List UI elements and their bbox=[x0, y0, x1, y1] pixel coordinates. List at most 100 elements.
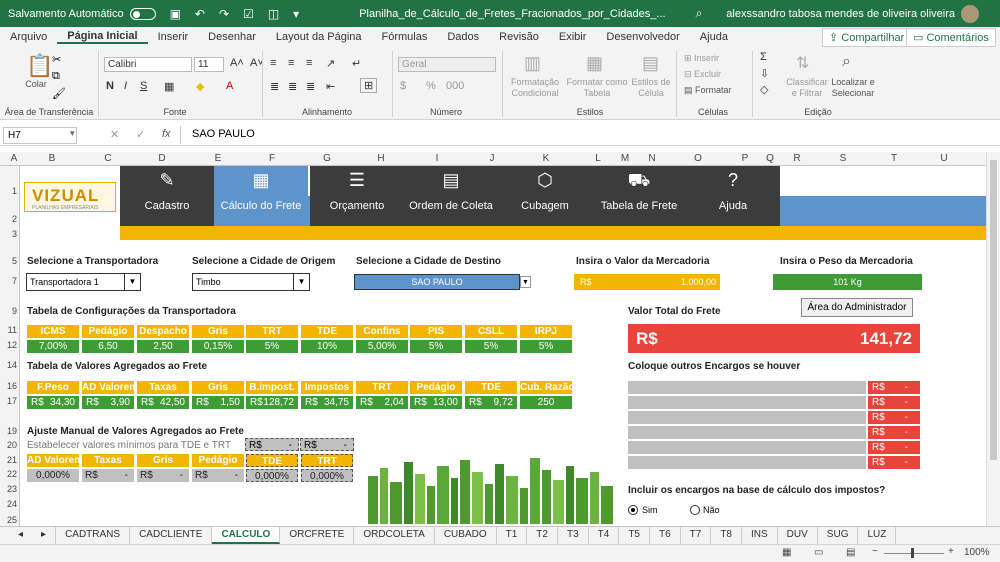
column-header-N[interactable]: N bbox=[644, 153, 660, 164]
row-header-19[interactable]: 19 bbox=[0, 426, 19, 436]
sheet-tab-t2[interactable]: T2 bbox=[527, 527, 558, 544]
agregados-value[interactable]: R$ 3,90 bbox=[82, 396, 134, 409]
borders-icon[interactable]: ▦ bbox=[164, 80, 174, 93]
valor-input[interactable]: R$ 1.000,00 bbox=[574, 274, 720, 290]
row-header-24[interactable]: 24 bbox=[0, 499, 19, 509]
sort-filter-button[interactable]: Classificar e Filtrar bbox=[784, 77, 830, 99]
find-select-icon[interactable]: ⌕ bbox=[842, 53, 851, 71]
tab-1[interactable]: Página Inicial bbox=[57, 30, 148, 44]
tab-0[interactable]: Arquivo bbox=[0, 31, 57, 43]
sheet-tab-cadtrans[interactable]: CADTRANS bbox=[56, 527, 131, 544]
align-bottom-icon[interactable]: ≡ bbox=[306, 57, 312, 69]
config-value[interactable]: 10% bbox=[301, 340, 353, 353]
config-value[interactable]: 2,50 bbox=[137, 340, 189, 353]
nav-0[interactable]: ✎ Cadastro bbox=[120, 166, 214, 226]
chevron-down-icon[interactable]: ▼ bbox=[520, 276, 531, 288]
column-header-M[interactable]: M bbox=[617, 153, 633, 164]
agregados-value[interactable]: R$ 128,72 bbox=[246, 396, 298, 409]
manual-value[interactable]: R$ - bbox=[192, 469, 244, 482]
cut-icon[interactable]: ✂ bbox=[52, 53, 61, 66]
column-header-K[interactable]: K bbox=[538, 153, 554, 164]
format-table-button[interactable]: Formatar como Tabela bbox=[566, 77, 628, 99]
sheet-tab-ins[interactable]: INS bbox=[742, 527, 778, 544]
agregados-value[interactable]: R$ 2,04 bbox=[356, 396, 408, 409]
find-select-button[interactable]: Localizar e Selecionar bbox=[826, 77, 880, 99]
sheet-tab-sug[interactable]: SUG bbox=[818, 527, 859, 544]
redo-icon[interactable]: ↷ bbox=[219, 7, 229, 21]
column-header-J[interactable]: J bbox=[484, 153, 500, 164]
avatar[interactable] bbox=[960, 4, 979, 23]
page-layout-icon[interactable]: ▭ bbox=[814, 547, 823, 558]
row-header-11[interactable]: 11 bbox=[0, 325, 19, 335]
config-value[interactable]: 5% bbox=[410, 340, 462, 353]
fill-color-icon[interactable]: ◆ bbox=[196, 80, 204, 93]
bold-button[interactable]: N bbox=[106, 80, 114, 92]
encargo-description-input[interactable] bbox=[628, 426, 866, 439]
row-header-2[interactable]: 2 bbox=[0, 214, 19, 224]
encargo-description-input[interactable] bbox=[628, 456, 866, 469]
fill-icon[interactable]: ⇩ bbox=[760, 67, 769, 80]
thousands-icon[interactable]: 000 bbox=[446, 80, 464, 92]
column-header-R[interactable]: R bbox=[789, 153, 805, 164]
row-header-16[interactable]: 16 bbox=[0, 381, 19, 391]
encargo-value-input[interactable]: R$ - bbox=[868, 456, 920, 469]
config-value[interactable]: 5,00% bbox=[356, 340, 408, 353]
column-header-D[interactable]: D bbox=[154, 153, 170, 164]
agregados-value[interactable]: R$ 42,50 bbox=[137, 396, 189, 409]
copy-icon[interactable]: ⧉ bbox=[52, 70, 60, 83]
customize-icon[interactable]: ▾ bbox=[293, 7, 299, 21]
column-header-G[interactable]: G bbox=[319, 153, 335, 164]
row-header-17[interactable]: 17 bbox=[0, 396, 19, 406]
delete-cells-button[interactable]: ⊟ Excluir bbox=[684, 69, 721, 80]
format-painter-icon[interactable]: 🖌 bbox=[52, 87, 66, 100]
cell-styles-icon[interactable]: ▤ bbox=[642, 53, 659, 74]
chevron-down-icon[interactable]: ▼ bbox=[293, 274, 309, 290]
nav-3[interactable]: ▤ Ordem de Coleta bbox=[404, 166, 498, 226]
column-header-I[interactable]: I bbox=[429, 153, 445, 164]
agregados-value[interactable]: R$ 13,00 bbox=[410, 396, 462, 409]
row-header-14[interactable]: 14 bbox=[0, 360, 19, 370]
vertical-scrollbar[interactable] bbox=[986, 152, 1000, 526]
name-box-dropdown-icon[interactable]: ▾ bbox=[70, 128, 75, 139]
formula-input[interactable]: SAO PAULO bbox=[192, 128, 255, 140]
save-icon[interactable]: ▣ bbox=[170, 7, 181, 21]
column-header-A[interactable]: A bbox=[6, 153, 22, 164]
insert-function-icon[interactable]: fx bbox=[162, 128, 171, 140]
comments-button[interactable]: ▭ Comentários bbox=[906, 28, 996, 47]
sheet-tab-t1[interactable]: T1 bbox=[497, 527, 528, 544]
merge-cells-icon[interactable]: ⊞ bbox=[360, 78, 378, 93]
encargo-value-input[interactable]: R$ - bbox=[868, 411, 920, 424]
currency-icon[interactable]: $ bbox=[400, 80, 406, 92]
name-box[interactable]: H7 bbox=[3, 127, 77, 144]
sort-filter-icon[interactable]: ⇅ bbox=[796, 53, 809, 73]
clear-icon[interactable]: ◇ bbox=[760, 83, 768, 96]
manual-value[interactable]: R$ - bbox=[82, 469, 134, 482]
column-header-O[interactable]: O bbox=[690, 153, 706, 164]
user-name[interactable]: alexssandro tabosa mendes de oliveira ol… bbox=[726, 8, 955, 20]
row-header-22[interactable]: 22 bbox=[0, 469, 19, 479]
encargo-description-input[interactable] bbox=[628, 381, 866, 394]
sheet-tab-t4[interactable]: T4 bbox=[589, 527, 620, 544]
font-size-select[interactable]: 11 bbox=[194, 57, 224, 72]
config-value[interactable]: 5% bbox=[520, 340, 572, 353]
config-value[interactable]: 7,00% bbox=[27, 340, 79, 353]
page-break-icon[interactable]: ▤ bbox=[846, 547, 855, 558]
insert-cells-button[interactable]: ⊞ Inserir bbox=[684, 53, 719, 64]
cancel-icon[interactable]: ✕ bbox=[110, 128, 119, 141]
column-header-S[interactable]: S bbox=[835, 153, 851, 164]
tab-8[interactable]: Exibir bbox=[549, 31, 597, 43]
zoom-level[interactable]: 100% bbox=[964, 547, 990, 558]
row-header-9[interactable]: 9 bbox=[0, 306, 19, 316]
sheet-tab-orcfrete[interactable]: ORCFRETE bbox=[280, 527, 355, 544]
manual-value[interactable]: 0,000% bbox=[246, 469, 298, 482]
paste-label[interactable]: Colar bbox=[22, 79, 50, 90]
column-header-Q[interactable]: Q bbox=[762, 153, 778, 164]
tab-6[interactable]: Dados bbox=[437, 31, 489, 43]
grow-font-icon[interactable]: A˄ bbox=[230, 57, 244, 69]
row-header-3[interactable]: 3 bbox=[0, 229, 19, 239]
align-left-icon[interactable]: ≣ bbox=[270, 80, 279, 93]
row-header-21[interactable]: 21 bbox=[0, 455, 19, 465]
autosum-icon[interactable]: Σ bbox=[760, 51, 767, 63]
row-header-12[interactable]: 12 bbox=[0, 340, 19, 350]
encargo-value-input[interactable]: R$ - bbox=[868, 441, 920, 454]
